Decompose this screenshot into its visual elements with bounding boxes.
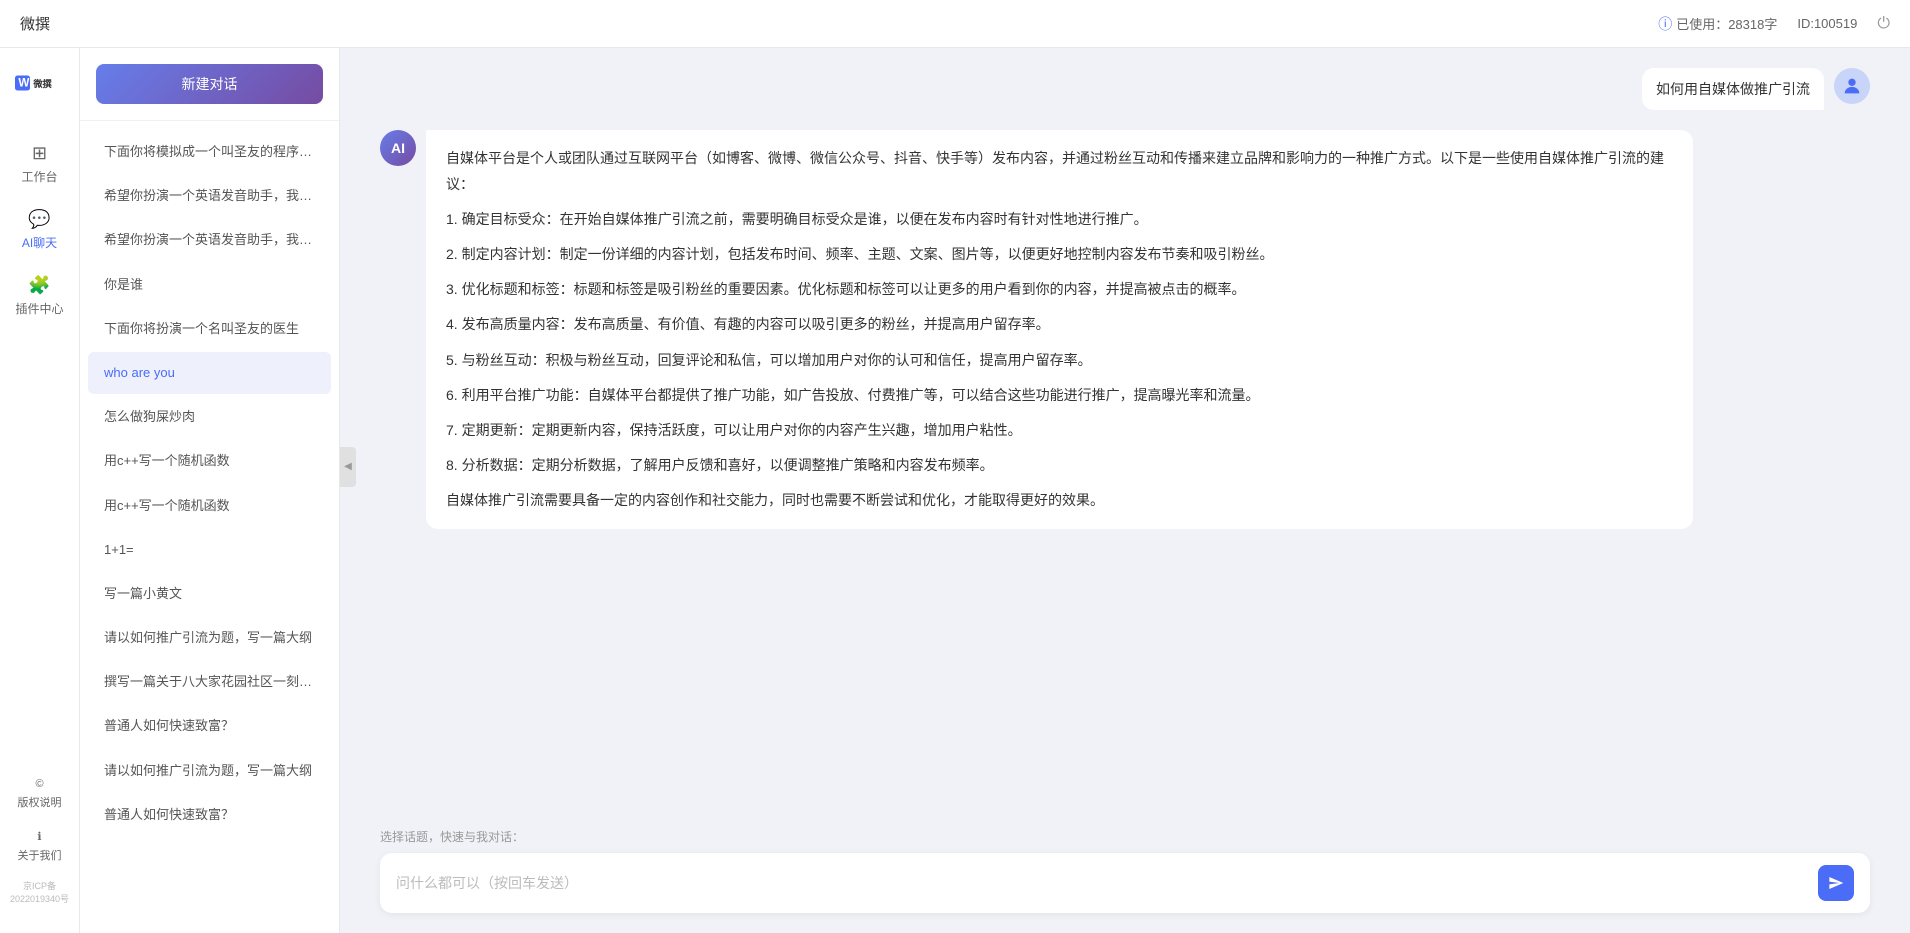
quick-topics-label: 选择话题，快速与我对话： [380,828,1870,845]
chat-history-item[interactable]: 希望你扮演一个英语发音助手，我提供给你... [88,175,331,217]
plugin-icon: 🧩 [28,275,50,296]
icp-text: 京ICP备2022019340号 [0,875,79,909]
ai-bubble: 自媒体平台是个人或团队通过互联网平台（如博客、微博、微信公众号、抖音、快手等）发… [426,130,1693,529]
chat-history-item[interactable]: 用c++写一个随机函数 [88,485,331,527]
chat-main: 如何用自媒体做推广引流 AI 自媒体平台是个人或团队通过互联网平台（如博客、微博… [340,48,1910,933]
usage-icon: ⓘ [1658,14,1672,34]
usage-text: 已使用：28318字 [1676,14,1777,33]
nav-bottom: © 版权说明 ℹ 关于我们 京ICP备2022019340号 [0,770,79,913]
ai-response-paragraph: 自媒体推广引流需要具备一定的内容创作和社交能力，同时也需要不断尝试和优化，才能取… [446,488,1673,513]
chat-history-item[interactable]: 下面你将扮演一个名叫圣友的医生 [88,308,331,350]
chat-history-item[interactable]: 请以如何推广引流为题，写一篇大纲 [88,750,331,792]
about-label: 关于我们 [18,847,62,863]
send-button[interactable] [1818,865,1854,901]
sidebar-item-ai-chat[interactable]: 💬 AI聊天 [8,199,72,261]
nav-logo: W 微撰 [15,68,65,103]
sidebar-item-plugin[interactable]: 🧩 插件中心 [8,265,72,327]
chat-history-item[interactable]: 写一篇小黄文 [88,573,331,615]
ai-response-paragraph: 6. 利用平台推广功能：自媒体平台都提供了推广功能，如广告投放、付费推广等，可以… [446,383,1673,408]
ai-response-paragraph: 8. 分析数据：定期分析数据，了解用户反馈和喜好，以便调整推广策略和内容发布频率… [446,453,1673,478]
ai-response-paragraph: 自媒体平台是个人或团队通过互联网平台（如博客、微博、微信公众号、抖音、快手等）发… [446,146,1673,196]
sidebar-item-ai-chat-label: AI聊天 [22,234,57,251]
user-avatar [1834,68,1870,104]
chat-history-item[interactable]: who are you [88,352,331,394]
chat-history-item[interactable]: 希望你扮演一个英语发音助手，我提供给你... [88,219,331,261]
chat-history-item[interactable]: 普通人如何快速致富？ [88,705,331,747]
chat-sidebar: 新建对话 下面你将模拟成一个叫圣友的程序员，我说...希望你扮演一个英语发音助手… [80,48,340,933]
chat-history-item[interactable]: 普通人如何快速致富？ [88,794,331,836]
workbench-icon: ⊞ [32,143,47,164]
chat-history-item[interactable]: 你是谁 [88,264,331,306]
sidebar-item-plugin-label: 插件中心 [16,300,64,317]
ai-response-paragraph: 7. 定期更新：定期更新内容，保持活跃度，可以让用户对你的内容产生兴趣，增加用户… [446,418,1673,443]
sidebar-item-workbench-label: 工作台 [21,168,57,185]
chat-history-item[interactable]: 用c++写一个随机函数 [88,440,331,482]
ai-response-paragraph: 5. 与粉丝互动：积极与粉丝互动，回复评论和私信，可以增加用户对你的认可和信任，… [446,348,1673,373]
user-message-text: 如何用自媒体做推广引流 [1656,81,1810,97]
copyright-icon: © [35,778,43,790]
topbar: 微撰 ⓘ 已使用：28318字 ID:100519 ⏻ [0,0,1910,48]
ai-response-paragraph: 3. 优化标题和标签：标题和标签是吸引粉丝的重要因素。优化标题和标签可以让更多的… [446,277,1673,302]
ai-response-paragraph: 4. 发布高质量内容：发布高质量、有价值、有趣的内容可以吸引更多的粉丝，并提高用… [446,312,1673,337]
topbar-title: 微撰 [20,13,50,34]
sidebar-item-about[interactable]: ℹ 关于我们 [8,822,72,871]
topbar-right: ⓘ 已使用：28318字 ID:100519 ⏻ [1658,14,1890,34]
chat-messages: 如何用自媒体做推广引流 AI 自媒体平台是个人或团队通过互联网平台（如博客、微博… [340,48,1910,816]
chat-history-list: 下面你将模拟成一个叫圣友的程序员，我说...希望你扮演一个英语发音助手，我提供给… [80,121,339,933]
input-wrapper [380,853,1870,913]
ai-message: AI 自媒体平台是个人或团队通过互联网平台（如博客、微博、微信公众号、抖音、快手… [380,130,1870,529]
main-layout: W 微撰 ⊞ 工作台 💬 AI聊天 🧩 插件中心 © 版权说明 ℹ 关于我们 [0,48,1910,933]
sidebar-item-copyright[interactable]: © 版权说明 [8,770,72,818]
chat-history-item[interactable]: 下面你将模拟成一个叫圣友的程序员，我说... [88,131,331,173]
topbar-usage: ⓘ 已使用：28318字 [1658,14,1777,34]
chat-sidebar-header: 新建对话 [80,48,339,121]
ai-avatar: AI [380,130,416,166]
nav-sidebar: W 微撰 ⊞ 工作台 💬 AI聊天 🧩 插件中心 © 版权说明 ℹ 关于我们 [0,48,80,933]
chat-history-item[interactable]: 怎么做狗屎炒肉 [88,396,331,438]
sidebar-item-workbench[interactable]: ⊞ 工作台 [8,133,72,195]
svg-text:微撰: 微撰 [32,78,52,89]
new-chat-button[interactable]: 新建对话 [96,64,323,104]
send-icon [1828,875,1844,891]
ai-chat-icon: 💬 [28,209,50,230]
chat-history-item[interactable]: 1+1= [88,529,331,571]
topbar-id: ID:100519 [1797,16,1857,31]
user-bubble: 如何用自媒体做推广引流 [1642,68,1824,110]
chat-history-item[interactable]: 请以如何推广引流为题，写一篇大纲 [88,617,331,659]
collapse-sidebar-handle[interactable]: ◀ [340,447,356,487]
svg-text:W: W [18,76,29,89]
user-message: 如何用自媒体做推广引流 [380,68,1870,110]
chat-history-item[interactable]: 撰写一篇关于八大家花园社区一刻钟便民生... [88,661,331,703]
ai-response-paragraph: 1. 确定目标受众：在开始自媒体推广引流之前，需要明确目标受众是谁，以便在发布内… [446,207,1673,232]
chat-input[interactable] [396,871,1808,895]
ai-response-paragraph: 2. 制定内容计划：制定一份详细的内容计划，包括发布时间、频率、主题、文案、图片… [446,242,1673,267]
logout-icon[interactable]: ⏻ [1877,15,1890,33]
copyright-label: 版权说明 [18,794,62,810]
chat-input-area: 选择话题，快速与我对话： [340,816,1910,933]
about-icon: ℹ [37,830,41,843]
